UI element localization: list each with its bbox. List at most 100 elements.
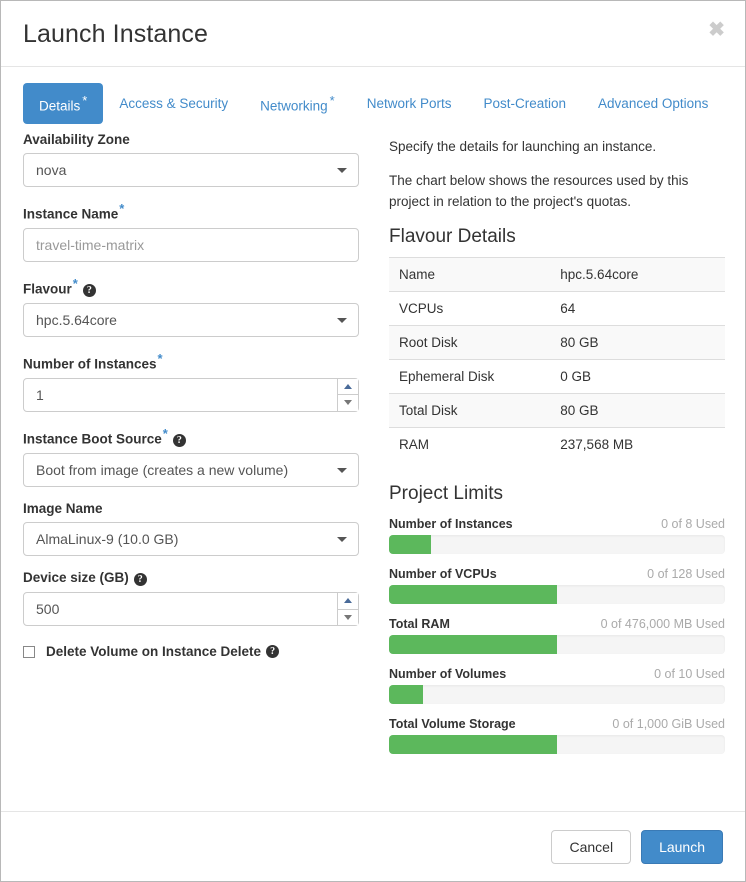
details-form: Availability Zone nova Instance Name* tr… xyxy=(23,132,359,659)
help-icon[interactable]: ? xyxy=(266,645,280,658)
limit-bar-fill xyxy=(389,584,557,604)
delete-volume-checkbox[interactable] xyxy=(23,645,35,658)
stepper-increment-button[interactable] xyxy=(338,593,358,610)
table-row: RAM 237,568 MB xyxy=(389,427,725,461)
limit-bar-fill xyxy=(389,684,423,704)
help-icon[interactable]: ? xyxy=(82,284,96,297)
dialog-header: Launch Instance ✖ xyxy=(1,1,745,67)
limit-bar-header: Number of Instances 0 of 8 Used xyxy=(389,517,725,531)
flavour-property-name: Name xyxy=(399,266,436,282)
availability-zone-select[interactable]: nova xyxy=(23,153,359,187)
launch-button[interactable]: Launch xyxy=(641,829,723,864)
image-name-select[interactable]: AlmaLinux-9 (10.0 GB) xyxy=(23,522,359,556)
flavour-property-value: 80 GB xyxy=(560,402,599,418)
limit-bar-fill xyxy=(389,734,557,754)
info-paragraph-1: Specify the details for launching an ins… xyxy=(389,139,657,154)
flavour-details-table: Name hpc.5.64core VCPUs 64 Root Disk 80 GB Eph… xyxy=(389,257,725,461)
field-flavour: Flavour*? hpc.5.64core xyxy=(23,275,359,337)
tab-networking[interactable]: Networking * xyxy=(244,83,351,124)
tab-advanced-options[interactable]: Advanced Options xyxy=(582,86,724,121)
limit-bar-label: Number of VCPUs xyxy=(389,566,497,581)
required-star: * xyxy=(157,351,163,366)
field-device-size: Device size (GB)? 500 xyxy=(23,570,359,626)
tab-post-creation[interactable]: Post-Creation xyxy=(468,86,583,121)
boot-source-select[interactable]: Boot from image (creates a new volume) xyxy=(23,453,359,487)
limit-bar-track xyxy=(389,734,725,754)
field-instance-name: Instance Name* travel-time-matrix xyxy=(23,201,359,262)
stepper-increment-button[interactable] xyxy=(338,378,358,395)
flavour-details-title: Flavour Details xyxy=(389,225,516,247)
help-icon[interactable]: ? xyxy=(172,434,186,447)
caret-up-icon xyxy=(344,598,352,604)
limit-bar-header: Number of Volumes 0 of 10 Used xyxy=(389,667,725,681)
limit-bar-fill xyxy=(389,534,431,554)
chevron-down-icon xyxy=(337,168,347,173)
tab-network-ports[interactable]: Network Ports xyxy=(351,86,468,121)
limit-bar-track xyxy=(389,584,725,604)
close-icon[interactable]: ✖ xyxy=(708,20,725,40)
table-row: Total Disk 80 GB xyxy=(389,393,725,428)
required-star: * xyxy=(72,275,78,291)
limit-bar-fill xyxy=(389,634,557,654)
limit-bar-label: Number of Instances xyxy=(389,516,513,531)
boot-source-label: Instance Boot Source*? xyxy=(23,425,359,447)
flavour-property-value: hpc.5.64core xyxy=(560,266,639,282)
help-icon[interactable]: ? xyxy=(133,573,147,586)
tab-label: Network Ports xyxy=(366,95,452,111)
flavour-property-value: 0 GB xyxy=(560,368,592,384)
limit-bar-header: Number of VCPUs 0 of 128 Used xyxy=(389,567,725,581)
quantity-stepper xyxy=(337,378,358,411)
number-of-instances-input[interactable]: 1 xyxy=(23,377,359,412)
tab-label: Advanced Options xyxy=(598,95,709,111)
image-name-label: Image Name xyxy=(23,501,103,516)
tab-label: Post-Creation xyxy=(483,95,567,111)
stepper-decrement-button[interactable] xyxy=(338,609,358,625)
limit-bar-header: Total Volume Storage 0 of 1,000 GiB Used xyxy=(389,717,725,731)
field-availability-zone: Availability Zone nova xyxy=(23,132,359,187)
instance-name-placeholder: travel-time-matrix xyxy=(36,236,145,253)
limit-bar-group: Total RAM 0 of 476,000 MB Used xyxy=(389,617,725,654)
limit-bar-track xyxy=(389,684,725,704)
limit-bar-usage-text: 0 of 128 Used xyxy=(647,566,725,581)
flavour-value: hpc.5.64core xyxy=(36,312,117,328)
tab-access-security[interactable]: Access & Security xyxy=(103,86,244,121)
limit-bar-header: Total RAM 0 of 476,000 MB Used xyxy=(389,617,725,631)
details-info-panel: Specify the details for launching an ins… xyxy=(389,137,725,767)
limit-bar-group: Number of Volumes 0 of 10 Used xyxy=(389,667,725,704)
limit-bar-label: Total Volume Storage xyxy=(389,716,516,731)
stepper-decrement-button[interactable] xyxy=(338,395,358,411)
field-number-of-instances: Number of Instances* 1 xyxy=(23,351,359,412)
required-star: * xyxy=(119,201,125,216)
instance-name-input[interactable]: travel-time-matrix xyxy=(23,227,359,262)
table-row: VCPUs 64 xyxy=(389,291,725,325)
boot-source-value: Boot from image (creates a new volume) xyxy=(36,462,289,478)
flavour-property-name: Ephemeral Disk xyxy=(399,368,495,384)
field-boot-source: Instance Boot Source*? Boot from image (… xyxy=(23,425,359,487)
caret-up-icon xyxy=(344,383,352,389)
flavour-label: Flavour*? xyxy=(23,275,359,297)
caret-down-icon xyxy=(344,614,352,620)
required-star: * xyxy=(162,425,168,441)
device-size-label: Device size (GB)? xyxy=(23,570,359,586)
limit-bar-usage-text: 0 of 8 Used xyxy=(661,516,725,531)
flavour-property-name: VCPUs xyxy=(399,300,444,316)
limit-bar-track xyxy=(389,634,725,654)
tab-label: Access & Security xyxy=(119,95,229,111)
device-size-input[interactable]: 500 xyxy=(23,592,359,626)
chevron-down-icon xyxy=(337,318,347,323)
required-star: * xyxy=(82,93,88,108)
limit-bar-label: Total RAM xyxy=(389,616,450,631)
flavour-property-value: 80 GB xyxy=(560,334,599,350)
availability-zone-value: nova xyxy=(36,162,67,178)
device-size-value: 500 xyxy=(36,601,60,617)
cancel-button[interactable]: Cancel xyxy=(551,829,632,864)
limit-bar-usage-text: 0 of 10 Used xyxy=(654,666,725,681)
project-limits-title: Project Limits xyxy=(389,482,504,504)
flavour-property-value: 237,568 MB xyxy=(560,436,634,452)
chevron-down-icon xyxy=(337,537,347,542)
number-of-instances-value: 1 xyxy=(36,386,44,403)
limit-bar-group: Total Volume Storage 0 of 1,000 GiB Used xyxy=(389,717,725,754)
field-delete-volume: Delete Volume on Instance Delete ? xyxy=(23,644,359,659)
tab-details[interactable]: Details * xyxy=(23,83,104,124)
flavour-select[interactable]: hpc.5.64core xyxy=(23,303,359,337)
